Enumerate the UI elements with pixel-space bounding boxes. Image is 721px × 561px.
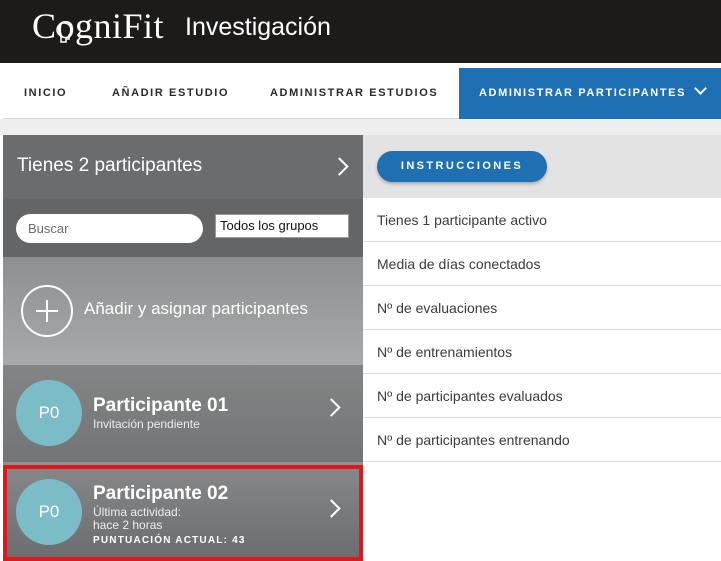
stat-participants-evaluated: Nº de participantes evaluados: [363, 374, 721, 418]
stat-trainings: Nº de entrenamientos: [363, 330, 721, 374]
chevron-right-icon[interactable]: [322, 499, 341, 518]
participant-item-selected[interactable]: P0 Participante 02 Última actividad: hac…: [3, 465, 363, 561]
nav-item-administrar-estudios[interactable]: ADMINISTRAR ESTUDIOS: [270, 68, 438, 119]
participants-header[interactable]: Tienes 2 participantes: [3, 135, 363, 199]
top-header: CogniFit Investigación: [0, 0, 721, 63]
nav-item-administrar-participantes[interactable]: ADMINISTRAR PARTICIPANTES: [459, 68, 721, 119]
stat-avg-days-connected: Media de días conectados: [363, 242, 721, 286]
nav-item-inicio[interactable]: INICIO: [24, 68, 67, 119]
logo[interactable]: CogniFit: [32, 6, 164, 46]
chevron-right-icon[interactable]: [322, 398, 341, 417]
search-input[interactable]: [16, 214, 203, 243]
brain-head-icon: [56, 22, 72, 43]
plus-icon: [21, 285, 73, 337]
participant-name: Participante 01: [93, 395, 229, 416]
participant-last-activity-value: hace 2 horas: [93, 518, 163, 532]
participant-name: Participante 02: [93, 483, 229, 504]
avatar: P0: [16, 479, 82, 545]
app-subtitle: Investigación: [185, 13, 331, 41]
search-row: Todos los grupos: [3, 199, 363, 257]
participant-item[interactable]: P0 Participante 01 Invitación pendiente: [3, 365, 363, 462]
nav-item-anadir-estudio[interactable]: AÑADIR ESTUDIO: [112, 68, 229, 119]
instructions-bar: INSTRUCCIONES: [363, 135, 721, 198]
add-participants-label: Añadir y asignar participantes: [84, 299, 308, 318]
participant-score: PUNTUACIÓN ACTUAL: 43: [93, 535, 246, 546]
stats-list: Tienes 1 participante activo Media de dí…: [363, 198, 721, 462]
right-empty-area: [363, 463, 721, 561]
participants-count-title: Tienes 2 participantes: [17, 155, 203, 176]
participant-status: Invitación pendiente: [93, 417, 200, 431]
nav-item-label: ADMINISTRAR PARTICIPANTES: [479, 87, 687, 99]
avatar: P0: [16, 380, 82, 446]
chevron-right-icon[interactable]: [330, 157, 349, 176]
instructions-button[interactable]: INSTRUCCIONES: [377, 151, 547, 182]
chevron-down-icon: [694, 82, 707, 95]
add-participants-button[interactable]: Añadir y asignar participantes: [3, 257, 363, 365]
section-gap: [0, 119, 721, 135]
participants-panel: Tienes 2 participantes Todos los grupos …: [3, 135, 363, 561]
group-filter-select[interactable]: Todos los grupos: [215, 214, 349, 238]
stat-participants-training: Nº de participantes entrenando: [363, 418, 721, 462]
main-nav: INICIO AÑADIR ESTUDIO ADMINISTRAR ESTUDI…: [3, 68, 721, 119]
stat-active-participants: Tienes 1 participante activo: [363, 198, 721, 242]
stat-evaluations: Nº de evaluaciones: [363, 286, 721, 330]
